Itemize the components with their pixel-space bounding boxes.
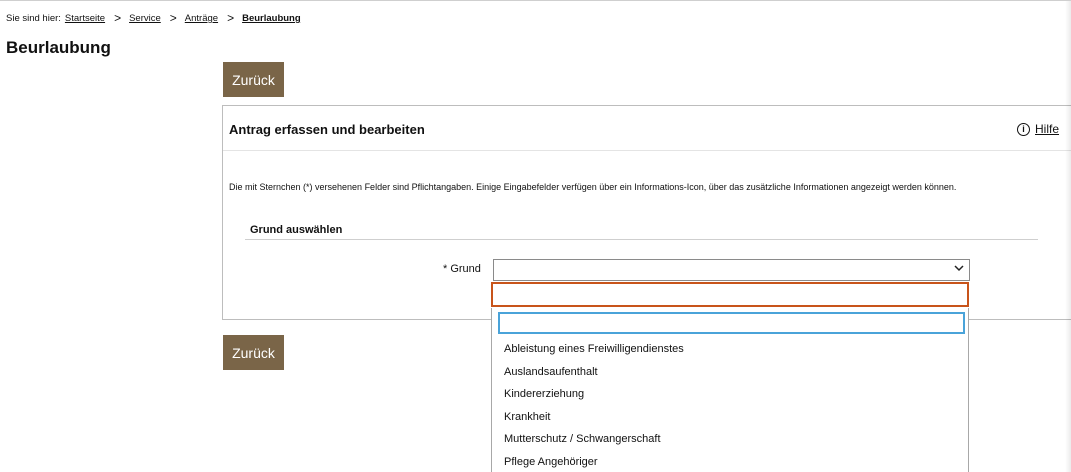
- section-title: Grund auswählen: [250, 224, 343, 236]
- help-link[interactable]: i Hilfe: [1017, 122, 1059, 136]
- dropdown-option[interactable]: Auslandsaufenthalt: [492, 361, 968, 384]
- breadcrumb-current: Beurlaubung: [242, 13, 301, 24]
- info-text: Die mit Sternchen (*) versehenen Felder …: [229, 182, 957, 192]
- panel-divider: [223, 150, 1071, 151]
- selected-option-highlight[interactable]: [491, 282, 969, 307]
- page-title: Beurlaubung: [6, 38, 111, 57]
- info-circle-icon: i: [1017, 122, 1030, 136]
- grund-label: * Grund: [443, 263, 481, 275]
- section-divider: [245, 239, 1038, 240]
- breadcrumb-separator-icon: >: [114, 11, 122, 25]
- back-button-top[interactable]: Zurück: [223, 62, 284, 97]
- breadcrumb: Sie sind hier: Startseite > Service > An…: [6, 11, 301, 25]
- breadcrumb-link-antraege[interactable]: Anträge: [185, 13, 218, 24]
- dropdown-option[interactable]: Ableistung eines Freiwilligendienstes: [492, 338, 968, 361]
- breadcrumb-separator-icon: >: [227, 11, 235, 25]
- breadcrumb-label: Sie sind hier:: [6, 13, 61, 24]
- breadcrumb-separator-icon: >: [169, 11, 177, 25]
- breadcrumb-link-startseite[interactable]: Startseite: [65, 13, 105, 24]
- chevron-down-icon: [953, 262, 965, 277]
- dropdown-options: Ableistung eines Freiwilligendienstes Au…: [492, 338, 968, 472]
- breadcrumb-link-service[interactable]: Service: [129, 13, 161, 24]
- grund-select[interactable]: [493, 259, 970, 281]
- dropdown-option[interactable]: Kindererziehung: [492, 383, 968, 406]
- dropdown-search-input[interactable]: [498, 312, 965, 334]
- dropdown-option[interactable]: Mutterschutz / Schwangerschaft: [492, 428, 968, 451]
- back-button-bottom[interactable]: Zurück: [223, 335, 284, 370]
- dropdown-option[interactable]: Krankheit: [492, 406, 968, 429]
- panel-title: Antrag erfassen und bearbeiten: [229, 122, 425, 137]
- help-label: Hilfe: [1035, 122, 1060, 136]
- dropdown-option[interactable]: Pflege Angehöriger: [492, 451, 968, 472]
- grund-dropdown-list: Ableistung eines Freiwilligendienstes Au…: [491, 308, 969, 472]
